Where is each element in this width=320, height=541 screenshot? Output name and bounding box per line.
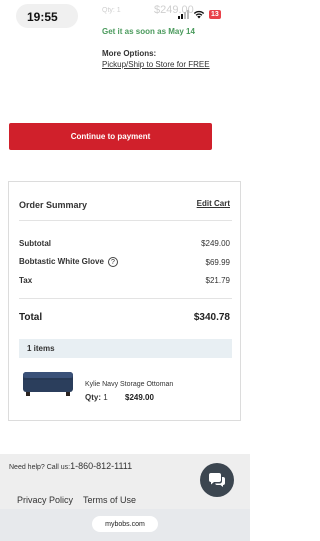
status-icons: 13 <box>178 10 221 19</box>
order-summary-card: Order Summary Edit Cart Subtotal $249.00… <box>8 181 241 421</box>
subtotal-value: $249.00 <box>201 239 230 248</box>
product-image[interactable] <box>21 368 75 398</box>
privacy-policy-link[interactable]: Privacy Policy <box>17 495 73 505</box>
battery-icon: 13 <box>209 10 221 19</box>
delivery-estimate: Get it as soon as May 14 <box>102 27 195 36</box>
divider <box>19 298 232 299</box>
product-qty: Qty: 1 <box>85 393 108 402</box>
total-label: Total <box>19 312 43 323</box>
white-glove-row: Bobtastic White Glove? <box>19 257 118 267</box>
continue-to-payment-button[interactable]: Continue to payment <box>9 123 212 150</box>
tax-label: Tax <box>19 276 33 285</box>
cart-item-qty: Qty: 1 <box>102 7 121 14</box>
help-phone[interactable]: 1-860-812-1111 <box>70 461 132 471</box>
items-count: 1 items <box>27 344 55 353</box>
browser-bar: mybobs.com <box>0 509 250 541</box>
url-bar[interactable]: mybobs.com <box>92 516 158 532</box>
pickup-ship-link[interactable]: Pickup/Ship to Store for FREE <box>102 60 210 69</box>
white-glove-label: Bobtastic White Glove <box>19 257 104 267</box>
product-price: $249.00 <box>125 393 154 402</box>
white-glove-value: $69.99 <box>205 258 230 267</box>
total-value: $340.78 <box>193 312 230 323</box>
wifi-icon <box>193 10 205 19</box>
chat-icon <box>209 473 225 487</box>
divider <box>19 220 232 221</box>
order-summary-title: Order Summary <box>19 200 88 210</box>
subtotal-label: Subtotal <box>19 239 51 248</box>
more-options-label: More Options: <box>102 49 157 58</box>
footer-links: Privacy Policy Terms of Use <box>17 495 136 505</box>
product-qty-label: Qty: <box>85 393 101 402</box>
help-footer: Need help? Call us:1-860-812-1111 Privac… <box>0 454 250 541</box>
terms-of-use-link[interactable]: Terms of Use <box>83 495 136 505</box>
help-text: Need help? Call us:1-860-812-1111 <box>9 461 132 471</box>
chat-button[interactable] <box>200 463 234 497</box>
product-qty-value: 1 <box>103 393 108 402</box>
items-bar: 1 items <box>19 339 232 358</box>
tax-value: $21.79 <box>205 276 230 285</box>
status-time: 19:55 <box>27 10 58 24</box>
product-name[interactable]: Kylie Navy Storage Ottoman <box>85 381 173 388</box>
help-label: Need help? Call us: <box>9 464 71 471</box>
signal-icon <box>178 10 189 19</box>
question-icon[interactable]: ? <box>107 257 118 267</box>
edit-cart-link[interactable]: Edit Cart <box>197 199 230 208</box>
